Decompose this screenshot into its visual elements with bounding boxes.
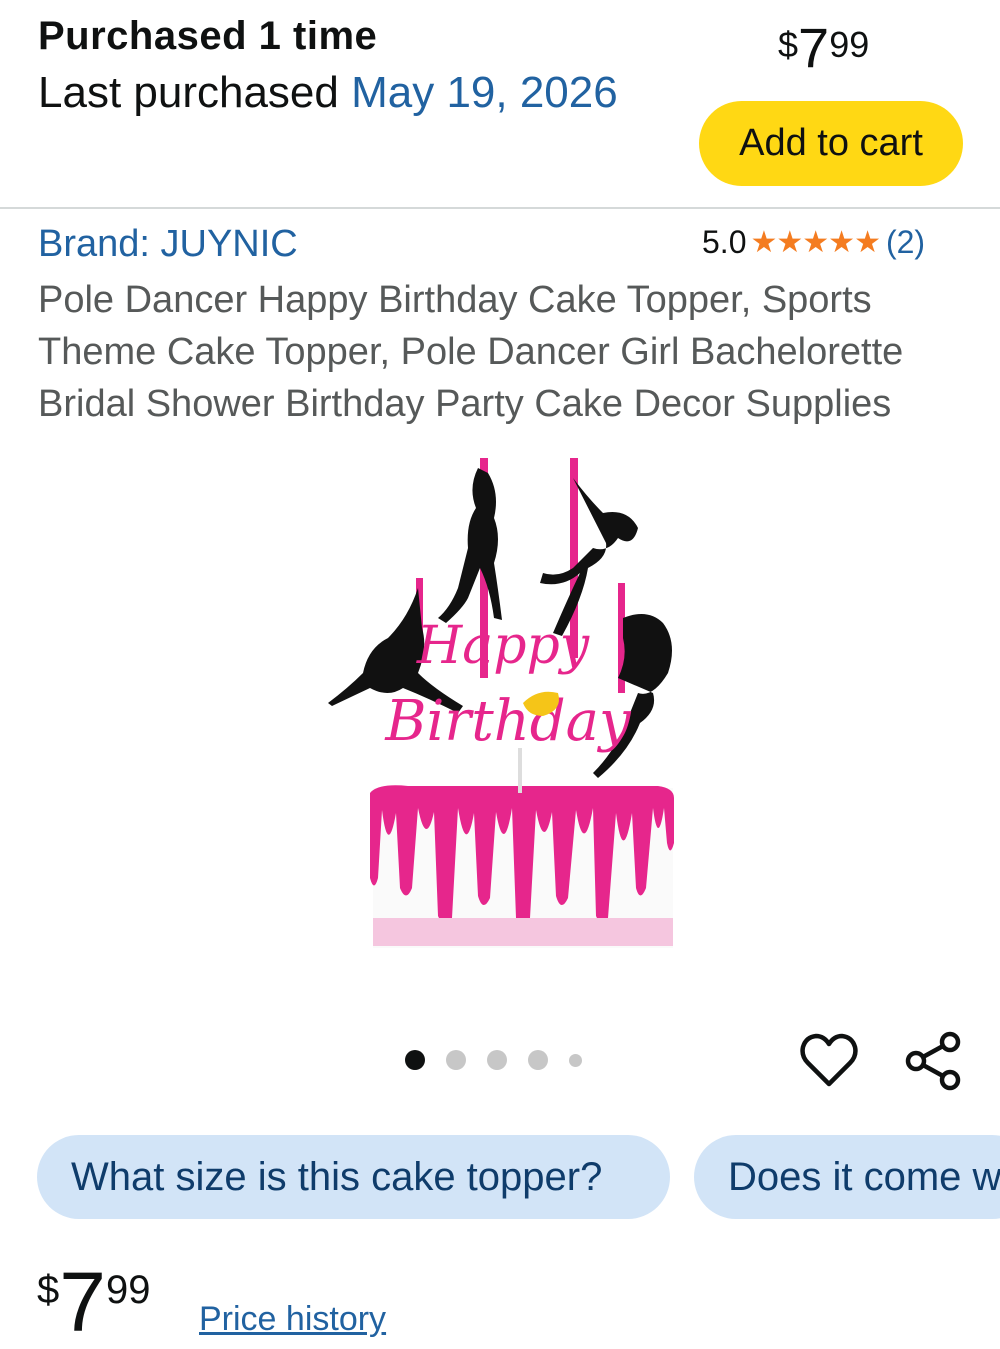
bottom-price-currency: $ — [37, 1268, 60, 1312]
carousel-dot[interactable] — [528, 1050, 548, 1070]
carousel-dot[interactable] — [487, 1050, 507, 1070]
last-purchased: Last purchased May 19, 2026 — [38, 68, 618, 118]
add-to-cart-button[interactable]: Add to cart — [699, 101, 963, 186]
divider — [0, 207, 1000, 209]
question-chip[interactable]: What size is this cake topper? — [37, 1135, 670, 1219]
bottom-price-whole: 7 — [59, 1255, 106, 1349]
price-history-link[interactable]: Price history — [199, 1300, 386, 1339]
cake-sprinkles — [373, 918, 673, 946]
top-price-whole: 7 — [798, 16, 830, 79]
carousel-dot[interactable] — [446, 1050, 466, 1070]
star-icon: ★★★★★ — [750, 226, 880, 259]
rating-count[interactable]: (2) — [886, 224, 925, 261]
share-icon[interactable] — [904, 1030, 964, 1092]
last-purchased-date[interactable]: May 19, 2026 — [351, 68, 618, 117]
rating-summary[interactable]: 5.0 ★★★★★ (2) — [702, 224, 925, 261]
last-purchased-label: Last purchased — [38, 68, 352, 117]
brand-link[interactable]: Brand: JUYNIC — [38, 223, 298, 266]
carousel-dot[interactable] — [405, 1050, 425, 1070]
rating-value: 5.0 — [702, 224, 747, 260]
product-image[interactable]: Happy Birthday — [318, 448, 688, 953]
purchase-count: Purchased 1 time — [38, 14, 378, 58]
top-price: $799 — [778, 18, 869, 78]
bottom-price-fraction: 99 — [105, 1268, 151, 1312]
carousel-dots — [405, 1050, 603, 1070]
topper-text-happy: Happy — [416, 616, 590, 676]
top-price-currency: $ — [778, 24, 799, 65]
heart-icon[interactable] — [800, 1032, 858, 1090]
top-price-fraction: 99 — [829, 24, 870, 65]
carousel-dot[interactable] — [569, 1053, 582, 1067]
topper-stick — [518, 748, 522, 793]
dancer-silhouette — [438, 468, 502, 623]
product-title: Pole Dancer Happy Birthday Cake Topper, … — [38, 279, 904, 425]
question-chip[interactable]: Does it come w — [694, 1135, 1000, 1219]
topper-text-birthday: Birthday — [384, 689, 632, 754]
bottom-price: $799 — [37, 1260, 151, 1344]
